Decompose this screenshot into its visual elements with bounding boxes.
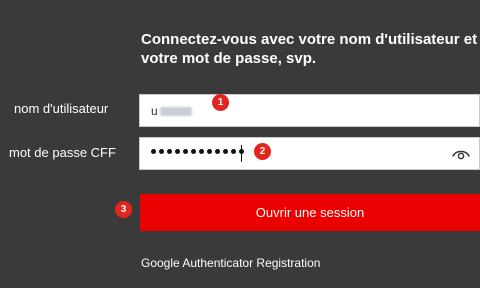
password-dot [215,149,220,154]
instructions-line-1: Connectez-vous avec votre nom d'utilisat… [141,31,478,48]
login-button[interactable]: Ouvrir une session [140,194,480,231]
username-value: u [151,103,192,119]
password-dot [191,149,196,154]
login-panel: Connectez-vous avec votre nom d'utilisat… [0,0,480,288]
username-label: nom d'utilisateur [14,101,109,116]
username-visible-text: u [151,104,158,118]
password-dot [183,149,188,154]
password-dot [199,149,204,154]
password-dot [159,149,164,154]
step-marker-3: 3 [115,201,132,218]
password-dot [151,149,156,154]
username-blurred-text [159,107,192,116]
login-instructions: Connectez-vous avec votre nom d'utilisat… [141,30,480,68]
password-dot [167,149,172,154]
step-marker-2: 2 [254,143,271,160]
text-caret [241,145,242,162]
instructions-line-2: votre mot de passe, svp. [141,50,317,67]
eye-icon[interactable] [452,147,470,161]
password-dot [175,149,180,154]
step-marker-1: 1 [212,94,229,111]
google-authenticator-link[interactable]: Google Authenticator Registration [141,255,320,271]
password-masked-value [151,149,244,154]
username-input[interactable]: u [139,94,480,127]
password-dot [231,149,236,154]
password-dot [207,149,212,154]
password-input[interactable] [139,137,480,170]
password-dot [223,149,228,154]
password-label: mot de passe CFF [9,145,116,160]
